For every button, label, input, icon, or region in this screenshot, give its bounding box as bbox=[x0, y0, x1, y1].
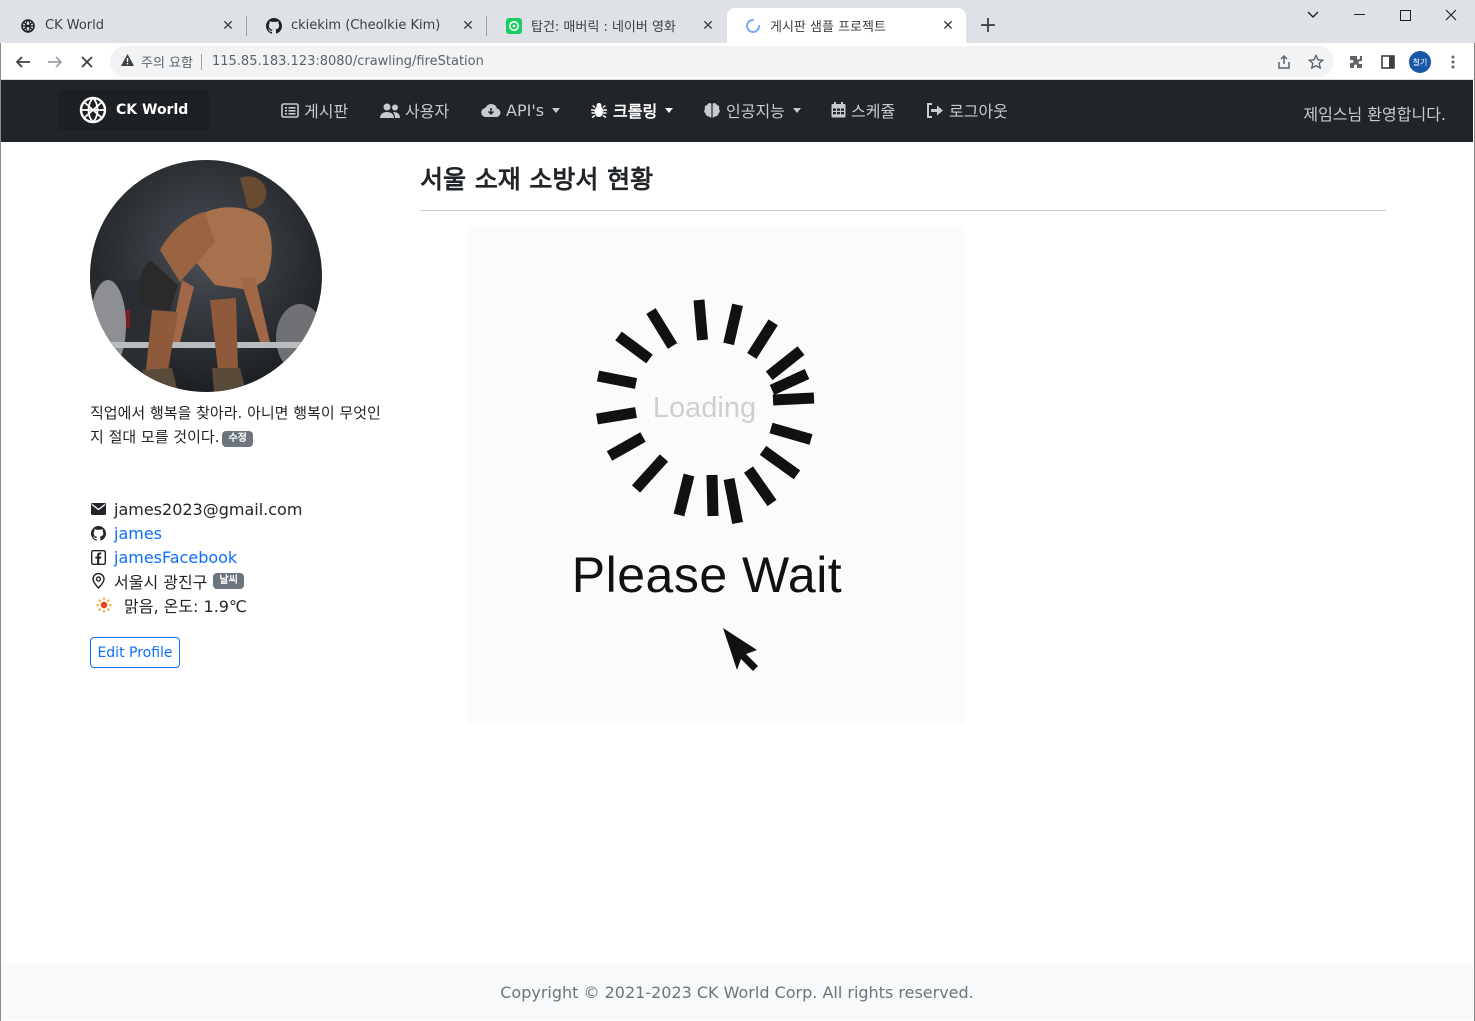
profile-weather-row: 맑음, 온도: 1.9℃ bbox=[96, 594, 247, 616]
tab-search-icon[interactable] bbox=[1290, 0, 1336, 30]
chevron-down-icon bbox=[665, 107, 674, 113]
tab-title: ckiekim (Cheolkie Kim) bbox=[291, 18, 441, 33]
nav-item-ai[interactable]: 인공지능 bbox=[703, 98, 801, 122]
github-icon bbox=[266, 17, 282, 34]
window-border-left bbox=[0, 43, 1, 1021]
tab-divider bbox=[486, 16, 487, 36]
close-icon[interactable]: ✕ bbox=[460, 18, 476, 34]
sun-icon bbox=[96, 597, 112, 613]
nav-item-label: 인공지능 bbox=[726, 102, 785, 121]
list-icon bbox=[281, 102, 299, 118]
weather-badge[interactable]: 날씨 bbox=[213, 573, 244, 589]
minimize-icon[interactable] bbox=[1336, 0, 1382, 30]
edit-profile-button[interactable]: Edit Profile bbox=[90, 637, 180, 668]
browser-toolbar: 주의 요함 115.85.183.123:8080/crawling/fireS… bbox=[0, 43, 1475, 80]
brand-link[interactable]: CK World bbox=[59, 90, 209, 130]
share-icon[interactable] bbox=[1273, 51, 1295, 73]
nav-item-label: 크롤링 bbox=[613, 102, 658, 121]
nav-item-label: 사용자 bbox=[405, 102, 450, 121]
side-panel-icon[interactable] bbox=[1377, 51, 1399, 73]
profile-location: 서울시 광진구 bbox=[114, 573, 208, 592]
motto-edit-badge[interactable]: 수정 bbox=[222, 431, 253, 447]
nav-item-crawling[interactable]: 크롤링 bbox=[590, 98, 674, 122]
users-icon bbox=[380, 103, 400, 118]
page-title: 서울 소재 소방서 현황 bbox=[420, 165, 654, 194]
nav-item-board[interactable]: 게시판 bbox=[281, 98, 348, 122]
warning-icon[interactable] bbox=[120, 53, 135, 71]
loading-image: Loading Please Wait bbox=[467, 226, 965, 724]
loading-spinner-icon bbox=[596, 299, 815, 671]
close-icon[interactable]: ✕ bbox=[940, 18, 956, 34]
globe-icon bbox=[20, 18, 36, 34]
chevron-down-icon bbox=[552, 107, 561, 113]
nav-item-label: API's bbox=[506, 100, 545, 120]
bookmark-star-icon[interactable] bbox=[1305, 51, 1327, 73]
profile-motto: 직업에서 행복을 찾아라. 아니면 행복이 무엇인지 절대 모를 것이다. 수정 bbox=[90, 401, 390, 449]
close-icon[interactable]: ✕ bbox=[220, 18, 236, 34]
browser-tab-github[interactable]: ckiekim (Cheolkie Kim) ✕ bbox=[248, 8, 486, 43]
footer-copyright: Copyright © 2021-2023 CK World Corp. All… bbox=[500, 982, 974, 1002]
address-bar[interactable]: 주의 요함 115.85.183.123:8080/crawling/fireS… bbox=[110, 46, 1334, 77]
welcome-message: 제임스님 환영합니다. bbox=[1303, 105, 1446, 124]
brain-icon bbox=[703, 102, 721, 118]
nav-item-users[interactable]: 사용자 bbox=[380, 98, 449, 122]
new-tab-button[interactable]: + bbox=[976, 13, 1000, 38]
profile-email: james2023@gmail.com bbox=[114, 499, 303, 519]
browser-tab-bar: CK World ✕ ckiekim (Cheolkie Kim) ✕ 탑건: … bbox=[0, 0, 1475, 43]
profile-github-link[interactable]: james bbox=[114, 524, 162, 543]
forward-icon[interactable] bbox=[42, 49, 68, 75]
title-divider bbox=[420, 210, 1386, 211]
stop-loading-icon[interactable] bbox=[74, 49, 100, 75]
profile-facebook-row: jamesFacebook bbox=[90, 546, 237, 568]
site-navbar: CK World 게시판 사용자 API's 크롤링 인공지능 스케쥴 로그아웃… bbox=[1, 80, 1473, 142]
window-close-icon[interactable] bbox=[1428, 0, 1474, 30]
tab-title: 탑건: 매버릭 : 네이버 영화 bbox=[531, 20, 676, 35]
omnibox-divider bbox=[200, 53, 202, 70]
avatar bbox=[90, 160, 322, 392]
security-warning-text[interactable]: 주의 요함 bbox=[141, 52, 193, 71]
tab-title: CK World bbox=[45, 18, 104, 33]
github-icon bbox=[90, 525, 106, 541]
calendar-icon bbox=[831, 102, 846, 118]
browser-tab-active[interactable]: 게시판 샘플 프로젝트 ✕ bbox=[727, 8, 966, 43]
more-options-icon[interactable] bbox=[1442, 51, 1464, 73]
extensions-icon[interactable] bbox=[1345, 51, 1367, 73]
profile-facebook-link[interactable]: jamesFacebook bbox=[114, 548, 237, 567]
profile-email-row: james2023@gmail.com bbox=[90, 498, 302, 520]
nav-item-label: 게시판 bbox=[304, 102, 349, 121]
brand-name: CK World bbox=[116, 102, 189, 118]
envelope-icon bbox=[90, 501, 106, 517]
bug-icon bbox=[590, 102, 608, 118]
naver-movie-icon bbox=[506, 17, 522, 34]
browser-tab-ck-world[interactable]: CK World ✕ bbox=[2, 8, 246, 43]
location-pin-icon bbox=[90, 573, 106, 589]
profile-github-row: james bbox=[90, 522, 162, 544]
loading-text: Loading bbox=[652, 392, 757, 424]
please-wait-text: Please Wait bbox=[571, 547, 843, 603]
logout-icon bbox=[926, 102, 944, 118]
tab-divider bbox=[246, 16, 247, 36]
cloud-icon bbox=[481, 103, 501, 117]
nav-item-label: 스케쥴 bbox=[851, 102, 896, 121]
globe-icon bbox=[79, 96, 107, 124]
nav-item-logout[interactable]: 로그아웃 bbox=[926, 98, 1008, 122]
back-icon[interactable] bbox=[10, 49, 36, 75]
browser-tab-naver-movie[interactable]: 탑건: 매버릭 : 네이버 영화 ✕ bbox=[488, 8, 726, 43]
browser-profile-avatar[interactable]: 철기 bbox=[1409, 51, 1431, 73]
loading-spinner-icon bbox=[745, 18, 761, 34]
profile-location-row: 서울시 광진구 날씨 bbox=[90, 570, 244, 592]
nav-item-schedule[interactable]: 스케쥴 bbox=[831, 98, 895, 122]
maximize-icon[interactable] bbox=[1382, 0, 1428, 30]
tab-title: 게시판 샘플 프로젝트 bbox=[770, 20, 886, 35]
close-icon[interactable]: ✕ bbox=[700, 18, 716, 34]
chevron-down-icon bbox=[792, 107, 801, 113]
facebook-icon bbox=[90, 549, 106, 565]
nav-item-apis[interactable]: API's bbox=[481, 98, 561, 122]
url-text[interactable]: 115.85.183.123:8080/crawling/fireStation bbox=[212, 54, 484, 69]
nav-item-label: 로그아웃 bbox=[949, 102, 1008, 121]
profile-weather: 맑음, 온도: 1.9℃ bbox=[124, 597, 247, 616]
footer: Copyright © 2021-2023 CK World Corp. All… bbox=[1, 964, 1473, 1020]
